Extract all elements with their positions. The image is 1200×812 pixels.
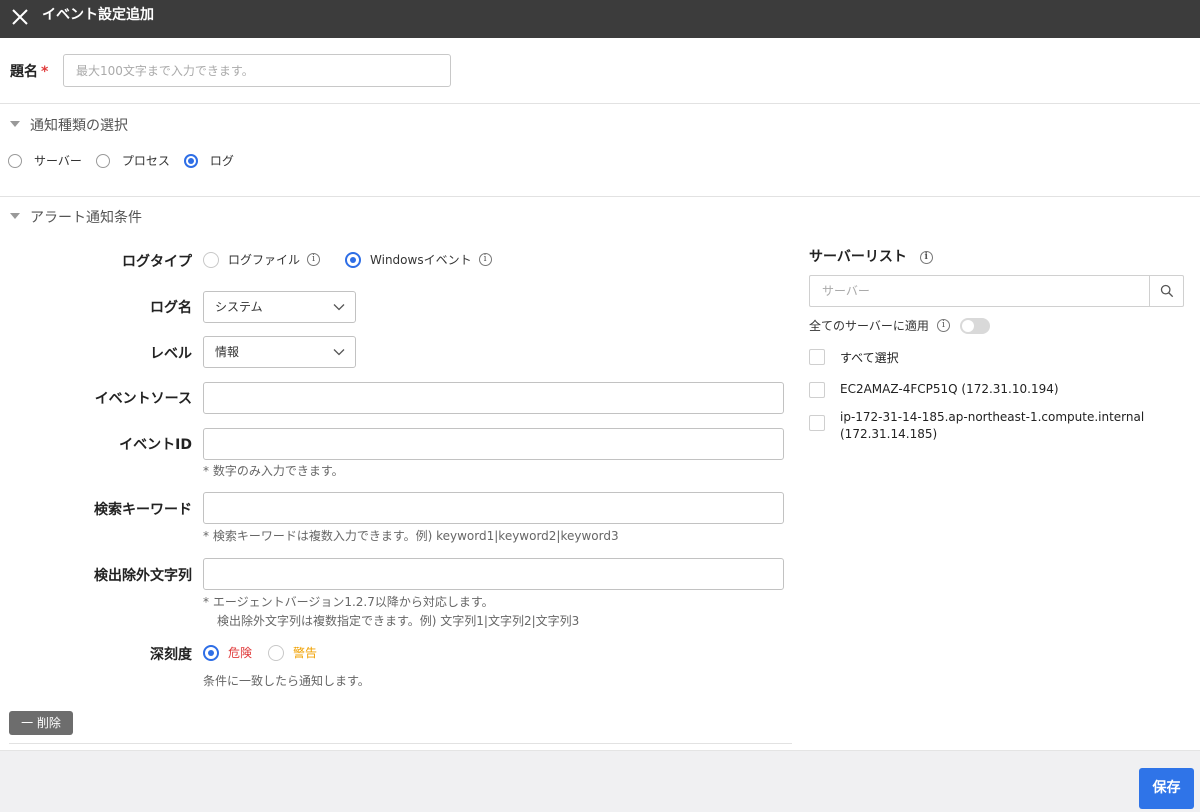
radio-process[interactable] <box>95 153 110 168</box>
radio-server[interactable] <box>8 153 22 168</box>
server-search-input[interactable]: サーバー <box>822 276 870 306</box>
keyword-hint: * 検索キーワードは複数入力できます。例) keyword1|keyword2|… <box>203 529 619 543</box>
select-all-label: すべて選択 <box>840 351 899 365</box>
radio-warning[interactable] <box>268 644 285 661</box>
page-title: イベント設定追加 <box>42 7 154 23</box>
radio-log[interactable] <box>183 153 198 168</box>
exclude-hint-1: * エージェントバージョン1.2.7以降から対応します。 <box>203 595 494 609</box>
severity-label: 深刻度 <box>150 647 192 663</box>
log-name-label: ログ名 <box>150 300 192 316</box>
search-button[interactable] <box>1149 276 1183 306</box>
event-source-input[interactable] <box>203 382 784 414</box>
event-id-label: イベントID <box>119 437 192 453</box>
keyword-input[interactable] <box>203 492 784 524</box>
notif-option-log[interactable]: ログ <box>183 152 234 169</box>
info-icon[interactable]: i <box>919 250 933 264</box>
notif-option-process[interactable]: プロセス <box>95 152 170 169</box>
notif-option-server[interactable]: サーバー <box>8 152 82 169</box>
select-all-checkbox[interactable] <box>809 349 825 365</box>
server-name: EC2AMAZ-4FCP51Q (172.31.10.194) <box>840 382 1059 396</box>
server-checkbox[interactable] <box>809 382 825 398</box>
server-name: ip-172-31-14-185.ap-northeast-1.compute.… <box>840 410 1145 424</box>
info-icon[interactable]: i <box>478 253 492 266</box>
apply-all-label: 全てのサーバーに適用 <box>809 319 929 333</box>
title-label: 題名 * <box>10 64 49 80</box>
required-mark: * <box>41 64 49 80</box>
apply-all-toggle[interactable] <box>959 317 990 334</box>
exclude-label: 検出除外文字列 <box>94 568 192 584</box>
level-label: レベル <box>150 346 192 362</box>
event-source-label: イベントソース <box>94 391 192 407</box>
divider <box>9 743 792 744</box>
severity-danger-label: 危険 <box>228 646 253 660</box>
keyword-label: 検索キーワード <box>94 502 192 518</box>
chevron-down-icon <box>333 304 345 311</box>
title-input[interactable] <box>63 54 451 87</box>
exclude-input[interactable] <box>203 558 784 590</box>
caret-down-icon <box>10 213 20 219</box>
title-row: 題名 * <box>0 38 1200 104</box>
radio-danger[interactable] <box>203 644 219 661</box>
delete-button[interactable]: 一 削除 <box>9 711 73 735</box>
alert-condition-section-header[interactable]: アラート通知条件 <box>10 207 142 227</box>
severity-hint: 条件に一致したら通知します。 <box>203 674 370 688</box>
notif-type-radio-group: サーバー プロセス ログ <box>8 152 248 169</box>
radio-log-file[interactable] <box>203 251 219 268</box>
footer-bar: 保存 <box>0 750 1200 812</box>
exclude-hint-2: 検出除外文字列は複数指定できます。例) 文字列1|文字列2|文字列3 <box>217 614 580 628</box>
notif-type-section-header[interactable]: 通知種類の選択 <box>10 115 128 135</box>
log-type-radio-group: ログファイル i Windowsイベント i <box>203 251 492 268</box>
info-icon[interactable]: i <box>307 253 321 266</box>
close-icon[interactable] <box>10 8 30 28</box>
info-icon[interactable]: i <box>936 319 950 332</box>
log-type-label: ログタイプ <box>122 254 192 270</box>
radio-windows-event[interactable] <box>345 251 362 268</box>
event-id-hint: * 数字のみ入力できます。 <box>203 464 344 478</box>
server-search: サーバー <box>809 275 1184 307</box>
notif-type-heading: 通知種類の選択 <box>30 118 128 134</box>
server-checkbox[interactable] <box>809 415 825 431</box>
severity-radio-group: 危険 警告 <box>203 644 317 661</box>
log-name-select[interactable]: システム <box>203 291 356 323</box>
alert-condition-heading: アラート通知条件 <box>30 210 142 226</box>
level-select[interactable]: 情報 <box>203 336 356 368</box>
modal-header: イベント設定追加 <box>0 0 1200 38</box>
server-ip: (172.31.14.185) <box>840 427 938 441</box>
save-button[interactable]: 保存 <box>1139 768 1194 809</box>
apply-all-row: 全てのサーバーに適用 i <box>809 317 990 334</box>
divider <box>0 196 1200 197</box>
event-id-input[interactable] <box>203 428 784 460</box>
search-icon <box>1160 284 1174 298</box>
server-list-title: サーバーリスト i <box>809 246 933 266</box>
caret-down-icon <box>10 121 20 127</box>
chevron-down-icon <box>333 349 345 356</box>
severity-warning-label: 警告 <box>293 646 318 660</box>
